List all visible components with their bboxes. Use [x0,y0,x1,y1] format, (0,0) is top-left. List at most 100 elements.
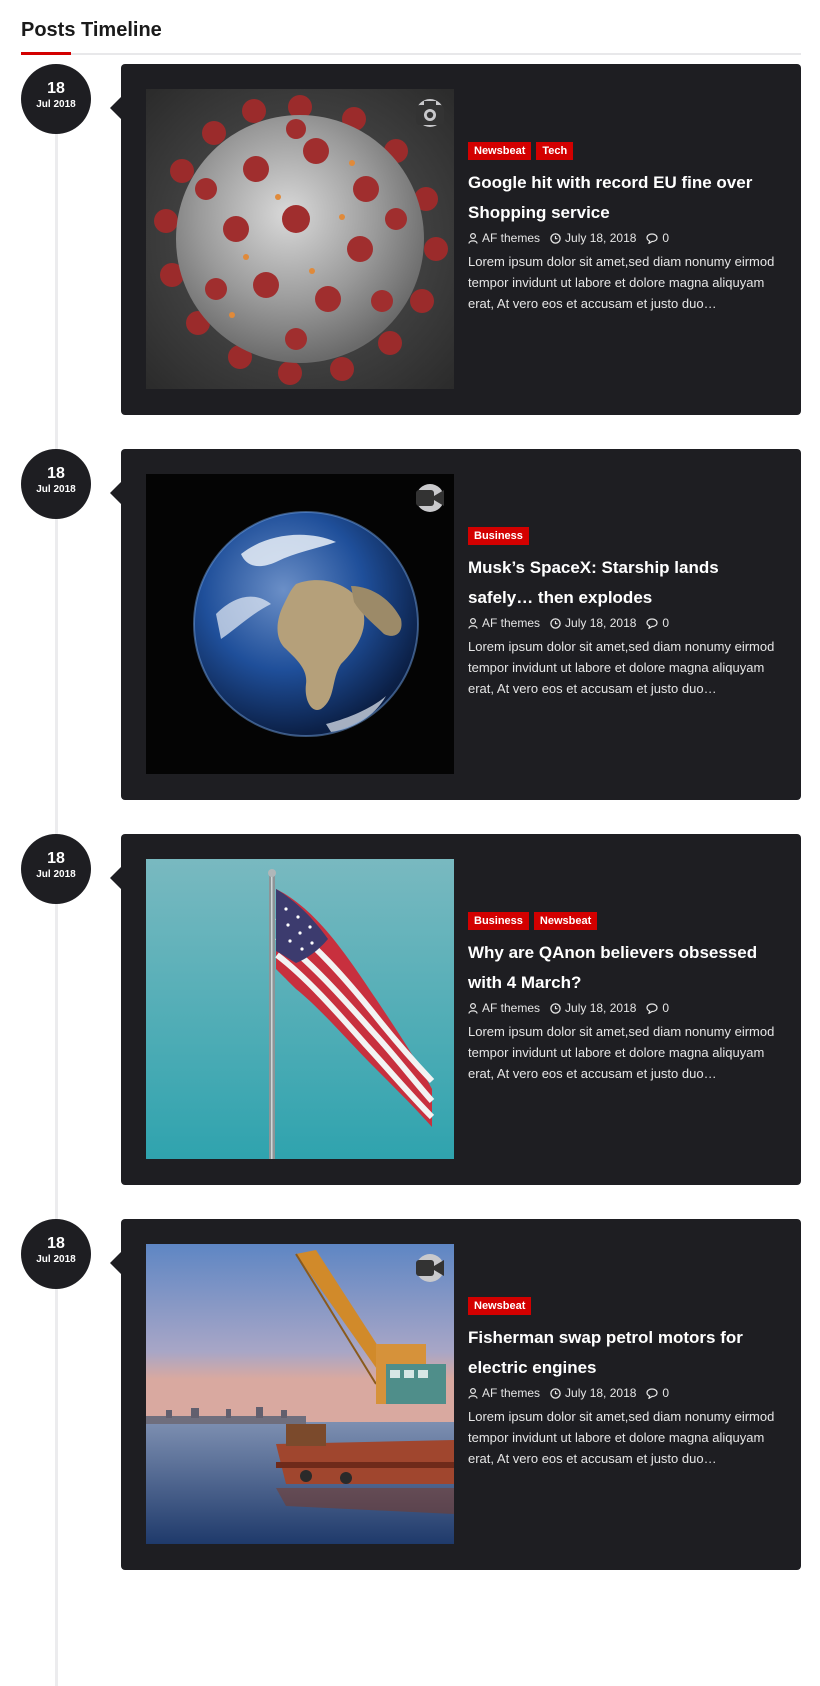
comments-link[interactable]: 0 [646,615,669,631]
earth-image [146,474,454,774]
date-badge: 18 Jul 2018 [21,64,91,134]
post-excerpt: Lorem ipsum dolor sit amet,sed diam nonu… [468,1024,775,1081]
video-icon [416,484,444,512]
video-icon [416,1254,444,1282]
date-day: 18 [47,80,65,97]
date-month: Jul 2018 [36,484,76,495]
barge-image [146,1244,454,1544]
post-excerpt: Lorem ipsum dolor sit amet,sed diam nonu… [468,1409,775,1466]
comments-link[interactable]: 0 [646,1000,669,1016]
category-tag[interactable]: Business [468,527,529,545]
post-date: July 18, 2018 [565,616,637,630]
post-tags: Newsbeat [468,1297,778,1315]
card-pointer [110,482,121,504]
post-date: July 18, 2018 [565,1001,637,1015]
date-day: 18 [47,465,65,482]
timeline-post: 18 Jul 2018 [0,64,820,415]
post-tags: Business [468,527,778,545]
comment-count: 0 [662,616,670,630]
clock-icon [550,232,561,244]
post-content: Newsbeat Fisherman swap petrol motors fo… [468,1297,778,1469]
post-content: Newsbeat Tech Google hit with record EU f… [468,142,778,314]
post-title[interactable]: Why are QAnon believers obsessed with 4 … [468,938,778,998]
date-link[interactable]: July 18, 2018 [550,230,636,246]
post-date: July 18, 2018 [565,1386,637,1400]
post-thumbnail[interactable] [146,89,454,389]
coronavirus-image [146,89,454,389]
comment-icon [646,1387,659,1399]
section-header: Posts Timeline [21,18,801,55]
category-tag[interactable]: Newsbeat [468,1297,532,1315]
timeline-post: 18 Jul 2018 [0,449,820,800]
post-meta: AF themes July 18, 2018 0 [468,230,778,246]
post-card: Business Musk’s SpaceX: Starship lands s… [110,449,801,800]
post-tags: Business Newsbeat [468,912,778,930]
date-badge: 18 Jul 2018 [21,1219,91,1289]
date-day: 18 [47,1235,65,1252]
author-link[interactable]: AF themes [468,1000,540,1016]
comment-count: 0 [662,231,670,245]
post-card: Newsbeat Fisherman swap petrol motors fo… [110,1219,801,1570]
user-icon [468,617,478,629]
comment-icon [646,1002,659,1014]
author-name: AF themes [482,616,541,630]
comment-count: 0 [662,1386,670,1400]
user-icon [468,1002,478,1014]
clock-icon [550,1387,561,1399]
camera-icon [416,99,444,127]
post-tags: Newsbeat Tech [468,142,778,160]
comment-count: 0 [662,1001,670,1015]
category-tag[interactable]: Newsbeat [533,912,598,930]
card-pointer [110,867,121,889]
date-link[interactable]: July 18, 2018 [550,615,636,631]
post-card: Business Newsbeat Why are QAnon believers… [110,834,801,1185]
date-badge: 18 Jul 2018 [21,449,91,519]
post-thumbnail[interactable] [146,859,454,1159]
comments-link[interactable]: 0 [646,230,669,246]
category-tag[interactable]: Business [468,912,529,930]
date-link[interactable]: July 18, 2018 [550,1385,636,1401]
post-content: Business Musk’s SpaceX: Starship lands s… [468,527,778,699]
user-icon [468,1387,478,1399]
post-title[interactable]: Google hit with record EU fine over Shop… [468,168,778,228]
card-pointer [110,97,121,119]
author-link[interactable]: AF themes [468,1385,540,1401]
date-month: Jul 2018 [36,1254,76,1265]
category-tag[interactable]: Newsbeat [468,142,532,160]
author-link[interactable]: AF themes [468,615,540,631]
author-link[interactable]: AF themes [468,230,540,246]
post-meta: AF themes July 18, 2018 0 [468,615,778,631]
flag-image [146,859,454,1159]
timeline-post: 18 Jul 2018 [0,1219,820,1570]
category-tag[interactable]: Tech [536,142,574,160]
post-meta: AF themes July 18, 2018 0 [468,1000,778,1016]
author-name: AF themes [482,231,541,245]
author-name: AF themes [482,1386,541,1400]
date-day: 18 [47,850,65,867]
post-content: Business Newsbeat Why are QAnon believers… [468,912,778,1084]
clock-icon [550,1002,561,1014]
title-accent-underline [21,52,71,55]
post-thumbnail[interactable] [146,1244,454,1544]
post-excerpt: Lorem ipsum dolor sit amet,sed diam nonu… [468,254,775,311]
date-month: Jul 2018 [36,869,76,880]
comment-icon [646,232,659,244]
card-pointer [110,1252,121,1274]
date-month: Jul 2018 [36,99,76,110]
comments-link[interactable]: 0 [646,1385,669,1401]
post-card: Newsbeat Tech Google hit with record EU f… [110,64,801,415]
timeline-post: 18 Jul 2018 [0,834,820,1185]
date-link[interactable]: July 18, 2018 [550,1000,636,1016]
section-title: Posts Timeline [21,19,162,41]
comment-icon [646,617,659,629]
post-meta: AF themes July 18, 2018 0 [468,1385,778,1401]
post-title[interactable]: Fisherman swap petrol motors for electri… [468,1323,778,1383]
date-badge: 18 Jul 2018 [21,834,91,904]
clock-icon [550,617,561,629]
post-thumbnail[interactable] [146,474,454,774]
author-name: AF themes [482,1001,541,1015]
post-date: July 18, 2018 [565,231,637,245]
post-excerpt: Lorem ipsum dolor sit amet,sed diam nonu… [468,639,775,696]
post-title[interactable]: Musk’s SpaceX: Starship lands safely… th… [468,553,778,613]
user-icon [468,232,478,244]
